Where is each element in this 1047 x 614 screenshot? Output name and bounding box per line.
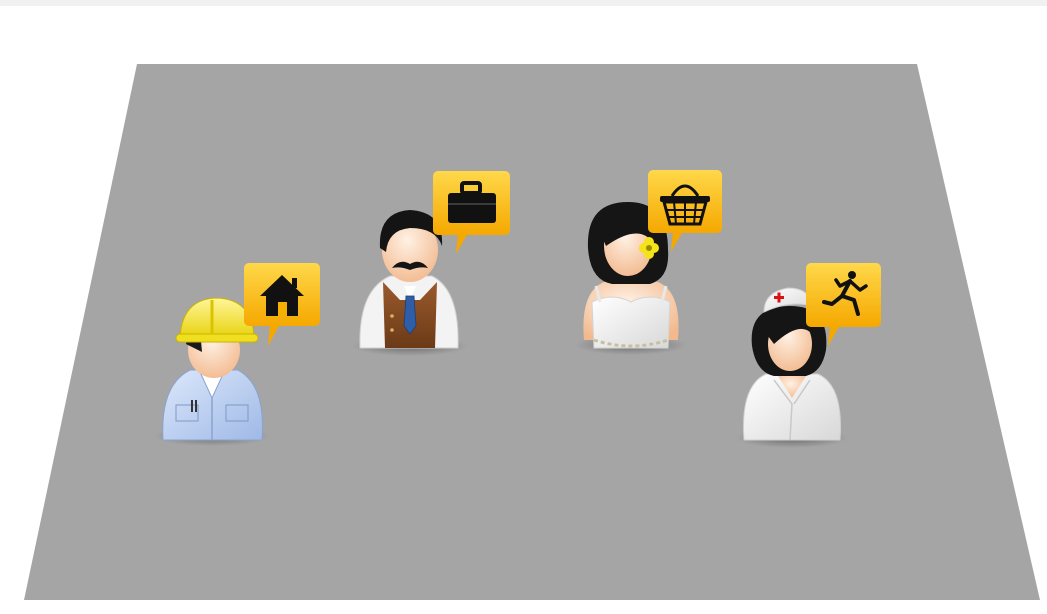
floor-plane <box>24 64 1040 600</box>
persona-scene <box>24 64 1040 600</box>
